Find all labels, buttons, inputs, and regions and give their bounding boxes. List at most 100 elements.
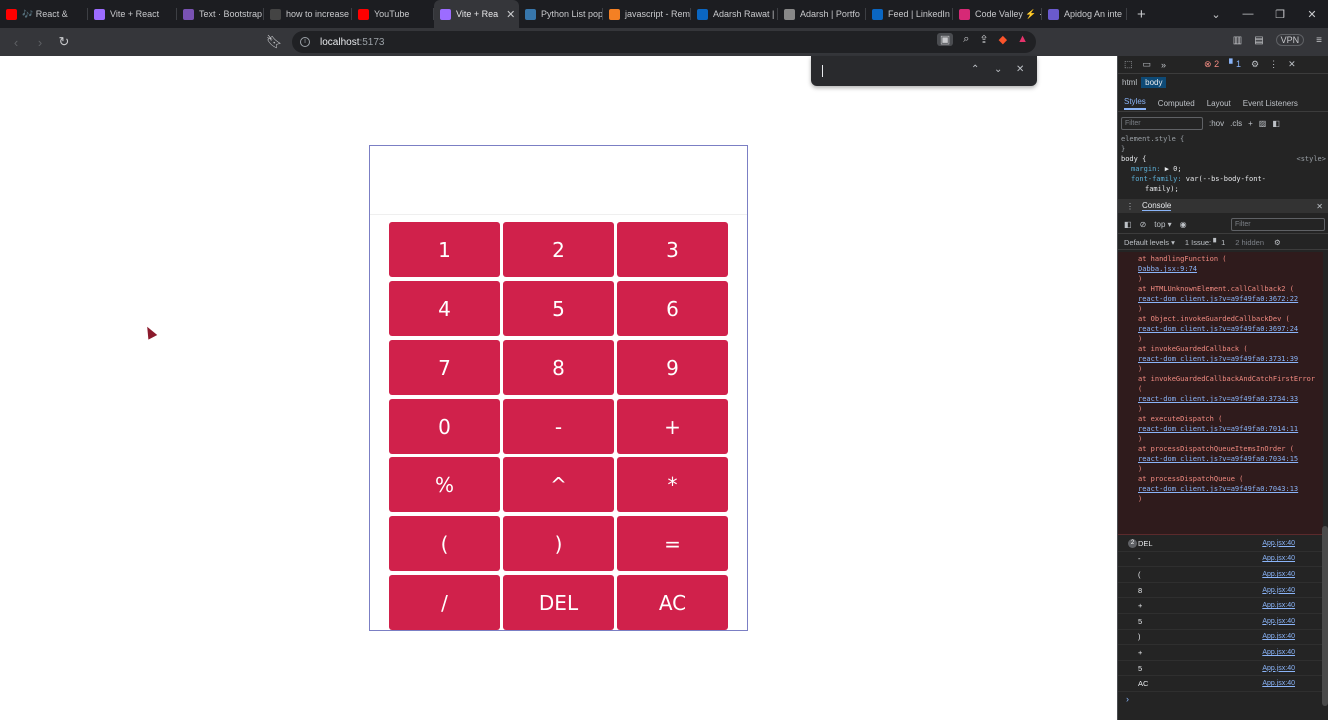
calc-key[interactable]: 0 [389, 399, 500, 454]
find-next-button[interactable]: ⌄ [994, 64, 1002, 75]
browser-tab[interactable]: Vite + Rea ✕ [434, 0, 519, 28]
calc-key[interactable]: 3 [617, 222, 728, 277]
calc-key[interactable]: 6 [617, 281, 728, 336]
wallet-icon[interactable]: ▤ [1254, 35, 1263, 46]
tab-event-listeners[interactable]: Event Listeners [1243, 99, 1298, 108]
calc-key[interactable]: AC [617, 575, 728, 630]
forward-button[interactable]: › [28, 35, 52, 50]
add-rule-icon[interactable]: + [1248, 119, 1253, 128]
find-previous-button[interactable]: ⌃ [971, 64, 979, 75]
browser-tab[interactable]: Adarsh | Portfo [778, 0, 866, 28]
more-tabs-icon[interactable]: » [1161, 60, 1166, 70]
address-bar[interactable]: i localhost:5173 ▣ ⌕ ⇪ ◆ ▲ [292, 31, 1036, 53]
sidebar-icon[interactable]: ▥ [1233, 35, 1242, 46]
find-input[interactable] [822, 65, 823, 77]
devtools-settings-icon[interactable]: ⚙ [1251, 59, 1259, 70]
style-source-link[interactable]: <style> [1296, 154, 1326, 164]
tab-console[interactable]: Console [1142, 201, 1172, 211]
tab-search-icon[interactable]: ⌄ [1200, 8, 1232, 21]
share-icon[interactable]: ⇪ [979, 33, 988, 46]
console-sidebar-icon[interactable]: ◧ [1124, 220, 1132, 229]
browser-tab[interactable]: 🎶 React & [0, 0, 88, 28]
calc-key[interactable]: 2 [503, 222, 614, 277]
calc-key[interactable]: 4 [389, 281, 500, 336]
install-app-icon[interactable]: ▣ [936, 33, 954, 46]
find-close-button[interactable]: ✕ [1016, 64, 1024, 75]
brave-shields-icon[interactable]: ◆ [999, 33, 1007, 46]
breadcrumb-body[interactable]: body [1141, 77, 1167, 88]
stack-frame-link[interactable]: react-dom_client.js?v=a9f49fa0:7014:11 [1138, 424, 1323, 434]
styles-filter-input[interactable]: Filter [1121, 116, 1203, 130]
error-count-badge[interactable]: ⊗ 2 [1204, 59, 1219, 70]
stack-frame-link[interactable]: react-dom_client.js?v=a9f49fa0:3734:33 [1138, 394, 1323, 404]
font-family-prop[interactable]: font-family: [1131, 175, 1182, 183]
calc-key[interactable]: ^ [503, 457, 614, 512]
browser-tab[interactable]: YouTube [352, 0, 434, 28]
log-source-link[interactable]: App.jsx:40 [1262, 618, 1295, 625]
devtools-menu-icon[interactable]: ⋮ [1269, 59, 1278, 70]
log-source-link[interactable]: App.jsx:40 [1262, 680, 1295, 687]
devtools-close-icon[interactable]: ✕ [1288, 59, 1296, 70]
calc-key[interactable]: / [389, 575, 500, 630]
log-source-link[interactable]: App.jsx:40 [1262, 555, 1295, 562]
log-source-link[interactable]: App.jsx:40 [1262, 602, 1295, 609]
calc-key[interactable]: 9 [617, 340, 728, 395]
live-expression-icon[interactable]: ◉ [1180, 220, 1187, 229]
issues-button[interactable]: 1 Issue: ▘ 1 [1185, 238, 1225, 247]
log-levels-select[interactable]: Default levels ▾ [1124, 238, 1175, 247]
back-button[interactable]: ‹ [4, 35, 28, 50]
calc-key[interactable]: 8 [503, 340, 614, 395]
drawer-close-icon[interactable]: ✕ [1316, 202, 1323, 211]
browser-tab[interactable]: Vite + React [88, 0, 177, 28]
log-source-link[interactable]: App.jsx:40 [1262, 571, 1295, 578]
inspect-icon[interactable]: ⬚ [1124, 59, 1133, 70]
browser-tab[interactable]: Feed | LinkedIn [866, 0, 953, 28]
reload-button[interactable]: ↻ [52, 34, 76, 50]
stack-frame-link[interactable]: react-dom_client.js?v=a9f49fa0:7034:15 [1138, 454, 1323, 464]
brave-rewards-icon[interactable]: ▲ [1017, 33, 1028, 46]
calc-key[interactable]: % [389, 457, 500, 512]
calc-key[interactable]: 7 [389, 340, 500, 395]
menu-icon[interactable]: ≡ [1316, 35, 1322, 46]
calc-key[interactable]: DEL [503, 575, 614, 630]
calc-key[interactable]: 5 [503, 281, 614, 336]
tab-styles[interactable]: Styles [1124, 97, 1146, 110]
log-source-link[interactable]: App.jsx:40 [1262, 665, 1295, 672]
browser-tab[interactable]: Code Valley ⚡ · [953, 0, 1042, 28]
zoom-icon[interactable]: ⌕ [963, 33, 969, 46]
bookmark-icon[interactable]: 🔖︎ [262, 34, 286, 50]
browser-tab[interactable]: Python List pop [519, 0, 603, 28]
calc-key[interactable]: = [617, 516, 728, 571]
margin-value[interactable]: ▶ 0; [1165, 165, 1182, 173]
browser-tab[interactable]: Apidog An inte [1042, 0, 1127, 28]
console-scrollbar[interactable] [1322, 526, 1328, 706]
device-toolbar-icon[interactable]: ▭ [1143, 59, 1152, 70]
close-tab-icon[interactable]: ✕ [498, 8, 515, 21]
calc-key[interactable]: * [617, 457, 728, 512]
paint-icon[interactable]: ▨ [1259, 119, 1267, 128]
cls-toggle[interactable]: .cls [1230, 119, 1242, 128]
browser-tab[interactable]: Text · Bootstrap [177, 0, 264, 28]
stack-frame-link[interactable]: Dabba.jsx:9:74 [1138, 264, 1323, 274]
info-count-badge[interactable]: ▘1 [1229, 59, 1241, 70]
browser-tab[interactable]: javascript - Rem [603, 0, 691, 28]
vpn-button[interactable]: VPN [1275, 34, 1305, 46]
stack-frame-link[interactable]: react-dom_client.js?v=a9f49fa0:3672:22 [1138, 294, 1323, 304]
hov-toggle[interactable]: :hov [1209, 119, 1224, 128]
drawer-menu-icon[interactable]: ⋮ [1126, 202, 1134, 211]
calc-key[interactable]: ) [503, 516, 614, 571]
font-family-value[interactable]: var(--bs-body-font- [1186, 175, 1266, 183]
context-select[interactable]: top ▾ [1154, 220, 1171, 229]
console-prompt[interactable]: › [1126, 694, 1129, 704]
minimize-button[interactable]: — [1232, 8, 1264, 20]
console-filter-input[interactable]: Filter [1231, 218, 1325, 231]
browser-tab[interactable]: Adarsh Rawat | [691, 0, 778, 28]
browser-tab[interactable]: how to increase [264, 0, 352, 28]
tab-layout[interactable]: Layout [1207, 99, 1231, 108]
console-settings-icon[interactable]: ⚙ [1274, 238, 1281, 247]
log-source-link[interactable]: App.jsx:40 [1262, 587, 1295, 594]
log-source-link[interactable]: App.jsx:40 [1262, 649, 1295, 656]
calc-key[interactable]: ( [389, 516, 500, 571]
maximize-button[interactable]: ❐ [1264, 8, 1296, 21]
breadcrumb-html[interactable]: html [1122, 78, 1137, 87]
